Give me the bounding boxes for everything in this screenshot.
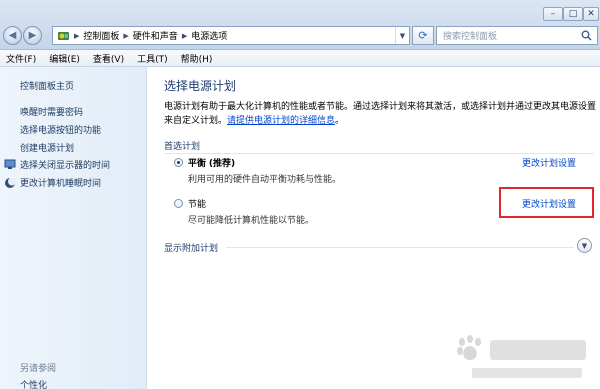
breadcrumb-control-panel[interactable]: 控制面板 <box>83 29 119 42</box>
description-line-2: 来自定义计划。请提供电源计划的详细信息。 <box>164 114 596 128</box>
back-arrow-icon: ◀ <box>8 30 17 41</box>
search-icon <box>581 30 592 41</box>
page-title: 选择电源计划 <box>164 79 237 93</box>
chevron-right-icon: ▶ <box>74 31 80 40</box>
address-bar[interactable]: ▶ 控制面板 ▶ 硬件和声音 ▶ 电源选项 ▼ <box>52 26 410 45</box>
balanced-change-settings-link[interactable]: 更改计划设置 <box>522 156 576 169</box>
create-power-plan-link[interactable]: 创建电源计划 <box>20 141 74 154</box>
display-off-time-link[interactable]: 选择关闭显示器的时间 <box>4 158 110 171</box>
display-off-time-label: 选择关闭显示器的时间 <box>20 161 111 171</box>
show-additional-plans-heading[interactable]: 显示附加计划 <box>164 241 218 254</box>
menu-edit[interactable]: 编辑(E) <box>49 52 80 65</box>
control-panel-icon <box>56 30 70 42</box>
menu-file[interactable]: 文件(F) <box>6 52 36 65</box>
balanced-plan-title: 平衡 <box>188 159 207 169</box>
expand-button[interactable]: ▼ <box>577 238 592 253</box>
menu-view[interactable]: 查看(V) <box>93 52 124 65</box>
power-saver-plan-name[interactable]: 节能 <box>188 197 206 210</box>
page-description: 电源计划有助于最大化计算机的性能或者节能。通过选择计划来将其激活，或选择计划并通… <box>164 100 596 128</box>
baidu-watermark-logo <box>457 335 586 378</box>
breadcrumb-power-options[interactable]: 电源选项 <box>191 29 227 42</box>
balanced-plan-radio[interactable] <box>174 158 183 167</box>
section-divider <box>164 153 594 154</box>
highlight-box <box>499 187 594 218</box>
chevron-down-icon: ▼ <box>581 241 588 250</box>
preferred-plans-heading: 首选计划 <box>164 142 201 152</box>
search-input[interactable]: 搜索控制面板 <box>436 26 598 45</box>
sleep-icon <box>4 177 16 189</box>
balanced-plan-name[interactable]: 平衡 (推荐) <box>188 156 235 169</box>
window-titlebar: – □ ✕ ◀ ▶ ▶ 控制面板 ▶ 硬件和声音 ▶ 电源选项 ▼ ⟳ 搜索控制… <box>0 0 600 50</box>
chevron-right-icon[interactable]: ▶ <box>123 32 128 40</box>
breadcrumb-hardware-sound[interactable]: 硬件和声音 <box>133 29 178 42</box>
power-saver-plan-radio[interactable] <box>174 199 183 208</box>
refresh-icon: ⟳ <box>418 29 428 42</box>
description-suffix: 。 <box>335 116 345 126</box>
forward-arrow-icon: ▶ <box>28 30 37 41</box>
back-button[interactable]: ◀ <box>3 26 22 45</box>
sleep-time-label: 更改计算机睡眠时间 <box>20 179 102 189</box>
section-divider <box>226 247 574 248</box>
personalize-link[interactable]: 个性化 <box>20 378 47 389</box>
minimize-button[interactable]: – <box>543 7 563 21</box>
chevron-right-icon[interactable]: ▶ <box>182 32 187 40</box>
forward-button[interactable]: ▶ <box>23 26 42 45</box>
power-button-function-link[interactable]: 选择电源按钮的功能 <box>20 123 101 136</box>
left-pane: 控制面板主页 唤醒时需要密码 选择电源按钮的功能 创建电源计划 选择关闭显示器的… <box>0 67 147 389</box>
sleep-time-link[interactable]: 更改计算机睡眠时间 <box>4 176 101 189</box>
search-placeholder: 搜索控制面板 <box>443 32 498 42</box>
menu-help[interactable]: 帮助(H) <box>181 52 213 65</box>
control-panel-home-link[interactable]: 控制面板主页 <box>20 79 74 92</box>
balanced-plan-description: 利用可用的硬件自动平衡功耗与性能。 <box>188 175 342 185</box>
plan-details-link[interactable]: 请提供电源计划的详细信息 <box>227 116 335 126</box>
monitor-icon <box>4 159 16 171</box>
maximize-button[interactable]: □ <box>563 7 583 21</box>
description-prefix: 来自定义计划。 <box>164 116 228 126</box>
menu-tools[interactable]: 工具(T) <box>137 52 168 65</box>
address-dropdown-icon[interactable]: ▼ <box>395 27 409 44</box>
see-also-heading: 另请参阅 <box>20 364 57 374</box>
menu-bar: 文件(F) 编辑(E) 查看(V) 工具(T) 帮助(H) <box>0 50 600 67</box>
description-line-1: 电源计划有助于最大化计算机的性能或者节能。通过选择计划来将其激活，或选择计划并通… <box>164 102 597 112</box>
power-saver-plan-description: 尽可能降低计算机性能以节能。 <box>188 216 315 226</box>
close-button[interactable]: ✕ <box>583 7 599 21</box>
require-password-link[interactable]: 唤醒时需要密码 <box>20 105 83 118</box>
recommended-tag: (推荐) <box>208 159 236 169</box>
refresh-button[interactable]: ⟳ <box>412 26 434 45</box>
